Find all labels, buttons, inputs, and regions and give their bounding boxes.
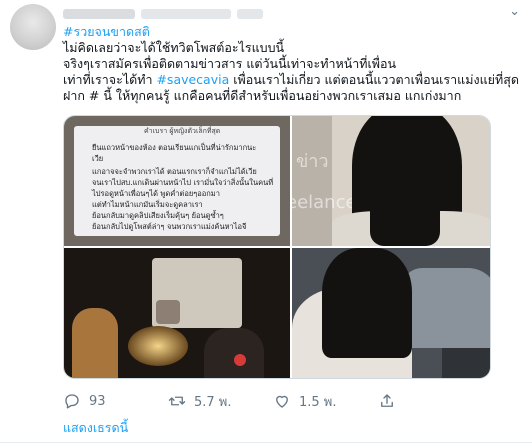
- background-wall: [292, 116, 332, 246]
- reply-button[interactable]: 93: [63, 392, 168, 410]
- watermark-text: ข่าว: [296, 151, 329, 172]
- media-image-document[interactable]: คำเบรา ผู้หญิงตัวเล็กที่สุด ยืนแถวหน้าขอ…: [64, 116, 290, 246]
- ground-shape: [442, 348, 490, 378]
- tweet-line-end: เพื่อนเราไม่เกี่ยว แต่ตอนนี้แววตาเพื่อนเ…: [229, 72, 519, 87]
- tweet[interactable]: ⌄ #รวยจนขาดสติ ไม่คิดเลยว่าจะได้ใช้ทวิตโ…: [0, 0, 532, 443]
- document-line: เวีย: [92, 154, 104, 163]
- like-icon: [276, 395, 288, 408]
- car-shape: [402, 268, 490, 348]
- blurred-face: [156, 300, 180, 324]
- timestamp-redacted[interactable]: [237, 9, 263, 19]
- tweet-text: #รวยจนขาดสติ ไม่คิดเลยว่าจะได้ใช้ทวิตโพส…: [63, 24, 523, 104]
- media-image-night-scene[interactable]: [64, 248, 290, 378]
- hair-shape: [322, 248, 412, 358]
- watermark-text: eelance: [292, 192, 357, 213]
- display-name-redacted[interactable]: [63, 9, 135, 19]
- media-image-portrait[interactable]: ข่าว eelance: [292, 116, 490, 246]
- tweet-line-start: เท่าที่เราจะได้ทำ: [63, 72, 157, 87]
- chevron-down-icon[interactable]: ⌄: [509, 4, 520, 19]
- tweet-header: [63, 6, 263, 22]
- person-shape: [72, 308, 118, 378]
- document-line: ยืนแถวหน้าของห้อง ตอนเรียนแกเป็นที่น่ารั…: [92, 143, 257, 152]
- tweet-line: ฝาก # นี้ ให้ทุกคนรู้ แกคือคนที่ดีสำหรับ…: [63, 88, 462, 103]
- document-title: คำเบรา ผู้หญิงตัวเล็กที่สุด: [144, 127, 221, 135]
- tweet-line: เท่าที่เราจะได้ทำ #savecavia เพื่อนเราไม…: [63, 72, 523, 88]
- person-shape: [204, 328, 264, 378]
- reply-count: 93: [89, 393, 106, 409]
- retweet-count: 5.7 พ.: [194, 394, 232, 410]
- hair-shape: [370, 176, 440, 246]
- hashtag-link-savecavia[interactable]: #savecavia: [156, 72, 229, 87]
- share-button[interactable]: [378, 392, 483, 410]
- handle-redacted: [141, 9, 231, 19]
- avatar[interactable]: [10, 4, 56, 50]
- document-line: ย้อนกลับไปดูโพสต์ล่าๆ จนพวกเราแม่งค้นหาไ…: [92, 222, 247, 231]
- document-card: คำเบรา ผู้หญิงตัวเล็กที่สุด ยืนแถวหน้าขอ…: [74, 126, 280, 236]
- retweet-button[interactable]: 5.7 พ.: [168, 391, 273, 412]
- like-button[interactable]: 1.5 พ.: [273, 391, 378, 412]
- tweet-line: ไม่คิดเลยว่าจะได้ใช้ทวิตโพสต์อะไรแบบนี้: [63, 40, 285, 55]
- like-count: 1.5 พ.: [299, 394, 337, 410]
- media-grid: คำเบรา ผู้หญิงตัวเล็กที่สุด ยืนแถวหน้าขอ…: [63, 115, 491, 379]
- reply-icon: [65, 394, 79, 409]
- light-glow: [128, 326, 188, 366]
- retweet-icon: [168, 396, 186, 406]
- tweet-line: จริงๆเราสมัครเพื่อติดตามข่าวสาร แต่วันนี…: [63, 56, 397, 71]
- share-icon: [381, 394, 393, 407]
- hashtag-link[interactable]: #รวยจนขาดสติ: [63, 24, 150, 39]
- action-bar: 93 5.7 พ. 1.5 พ.: [63, 391, 483, 411]
- media-image-street[interactable]: [292, 248, 490, 378]
- light-dot: [234, 354, 246, 366]
- show-thread-link[interactable]: แสดงเธรดนี้: [63, 418, 128, 438]
